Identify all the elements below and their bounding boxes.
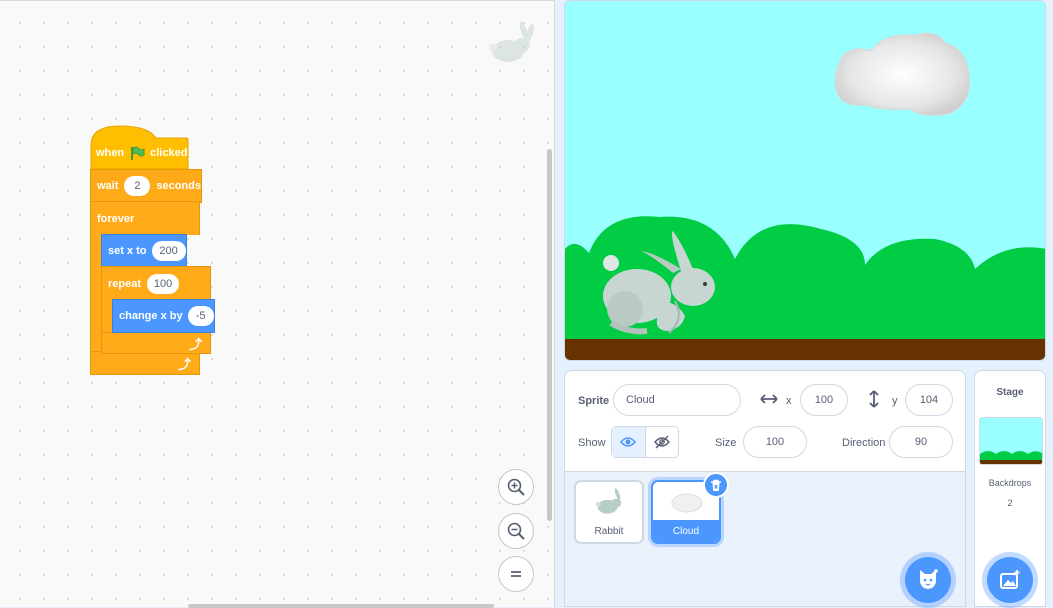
- show-toggle-group: [611, 426, 679, 458]
- eye-slash-icon: [653, 435, 670, 449]
- zoom-in-button[interactable]: [498, 469, 534, 505]
- cat-plus-icon: [919, 569, 938, 589]
- show-hidden-button[interactable]: [646, 427, 679, 457]
- when-label: when: [96, 147, 125, 159]
- wait-label: wait: [97, 180, 119, 192]
- show-label: Show: [578, 437, 606, 449]
- forever-header: forever: [90, 201, 200, 235]
- change-x-label: change x by: [119, 310, 183, 322]
- when-flag-clicked-block[interactable]: when clicked: [90, 125, 189, 170]
- y-label: y: [892, 395, 898, 407]
- show-visible-button[interactable]: [612, 427, 646, 457]
- seconds-label: seconds: [156, 180, 201, 192]
- horizontal-arrows-icon: [760, 394, 778, 404]
- change-x-input[interactable]: -5: [187, 306, 214, 326]
- ground-strip: [565, 339, 1045, 360]
- stage-pane-title: Stage: [996, 387, 1024, 398]
- rabbit-sprite-watermark-icon: [489, 21, 534, 62]
- choose-backdrop-button[interactable]: [987, 557, 1033, 603]
- backdrops-label: Backdrops: [988, 478, 1032, 488]
- vertical-arrows-icon: [869, 390, 879, 408]
- sprite-tile-label: Cloud: [653, 520, 719, 542]
- direction-label: Direction: [842, 437, 886, 449]
- backdrop-plus-icon: [1000, 570, 1020, 589]
- zoom-reset-button[interactable]: [498, 556, 534, 592]
- loop-arrow-icon: ⤴: [177, 356, 191, 372]
- sprite-name-input[interactable]: Cloud: [613, 384, 741, 416]
- zoom-reset-icon: [511, 571, 521, 577]
- x-label: x: [786, 395, 792, 407]
- change-x-block[interactable]: change x by -5: [112, 299, 215, 333]
- y-position-input[interactable]: 104: [905, 384, 953, 416]
- set-x-input[interactable]: 200: [151, 241, 186, 261]
- size-label: Size: [715, 437, 737, 449]
- size-input[interactable]: 100: [743, 426, 807, 458]
- zoom-in-icon: [507, 478, 525, 496]
- set-x-label: set x to: [108, 245, 147, 257]
- stage-scene: [565, 1, 1045, 360]
- sprite-tile-rabbit[interactable]: Rabbit: [574, 480, 644, 544]
- clicked-label: clicked: [150, 147, 188, 159]
- stage-thumbnail[interactable]: [979, 417, 1043, 465]
- trash-icon: [711, 479, 721, 491]
- x-position-input[interactable]: 100: [800, 384, 848, 416]
- green-flag-icon: [131, 146, 145, 160]
- set-x-block[interactable]: set x to 200: [101, 234, 187, 268]
- delete-sprite-button[interactable]: [703, 472, 729, 498]
- rabbit-thumbnail-icon: [595, 488, 622, 514]
- cloud-thumbnail-icon: [671, 493, 703, 513]
- backdrops-count: 2: [1007, 498, 1013, 508]
- wait-block[interactable]: wait 2 seconds: [90, 169, 202, 203]
- choose-sprite-button[interactable]: [905, 557, 951, 603]
- sprite-list: Rabbit Cloud: [564, 472, 966, 607]
- eye-icon: [620, 437, 637, 447]
- loop-arrow-icon: ⤴: [188, 336, 202, 352]
- stage-target-pane[interactable]: Stage Backdrops 2: [974, 370, 1046, 607]
- wait-seconds-input[interactable]: 2: [124, 176, 151, 196]
- code-vertical-scrollbar[interactable]: [547, 149, 552, 521]
- stage-canvas[interactable]: [564, 0, 1046, 361]
- sprite-label: Sprite: [578, 395, 610, 407]
- sprite-info-panel: Sprite Cloud x 100 y 104 Show Size 100 D…: [564, 370, 966, 472]
- repeat-footer: ⤴: [101, 332, 211, 354]
- repeat-count-input[interactable]: 100: [147, 273, 180, 294]
- sprite-tile-label: Rabbit: [594, 525, 624, 537]
- repeat-label: repeat: [108, 277, 142, 290]
- code-area[interactable]: when clicked wait 2 seconds forever ⤴ se…: [0, 0, 555, 608]
- repeat-header: repeat 100: [101, 266, 211, 300]
- direction-input[interactable]: 90: [889, 426, 953, 458]
- forever-footer: ⤴: [90, 351, 200, 375]
- code-horizontal-scrollbar[interactable]: [188, 604, 494, 608]
- zoom-out-button[interactable]: [498, 513, 534, 549]
- backdrop-thumbnail-icon: [980, 418, 1042, 464]
- forever-label: forever: [97, 212, 135, 225]
- zoom-out-icon: [507, 522, 525, 540]
